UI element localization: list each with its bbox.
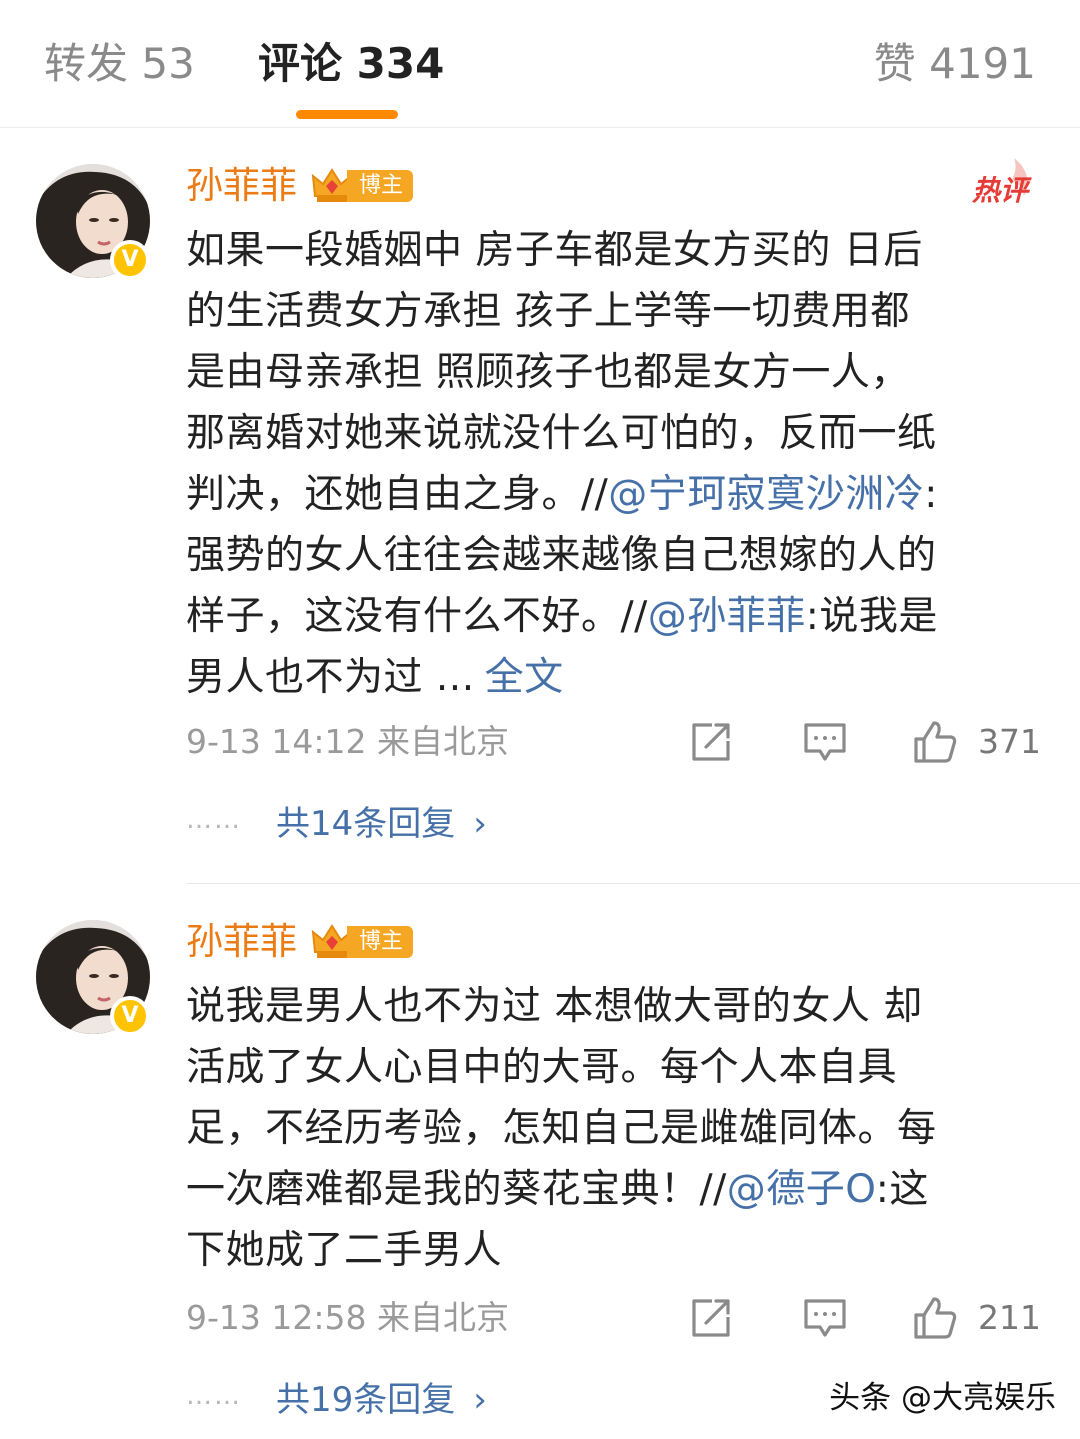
comment-line: 那离婚对她来说就没什么可怕的，反而一纸 [186,411,937,456]
timestamp-location: 9-13 14:12 来自北京 [186,722,509,762]
verified-badge-icon: V [110,996,150,1036]
comment-line: 强势的女人往往会越来越像自己想嫁的人的 [186,533,937,578]
comment-text-segment: :说我是 [805,594,938,639]
replies-row: …… 共14条回复 › [186,792,487,848]
comment-line: 足，不经历考验，怎知自己是雌雄同体。每 [186,1106,937,1151]
username[interactable]: 孙菲菲 [186,162,297,210]
dots-separator: …… [186,1381,242,1411]
comment-text-segment: 男人也不为过 ... [186,655,475,700]
mention-link[interactable]: @德子O [727,1167,876,1212]
hot-comment-tag: 热评 [964,156,1036,216]
share-button[interactable] [688,718,734,766]
mention-link[interactable]: @宁珂寂寞沙洲冷 [608,472,924,517]
comment-line: 的生活费女方承担 孩子上学等一切费用都 [186,289,910,334]
comment-line: 判决，还她自由之身。//@宁珂寂寞沙洲冷: [186,464,1048,525]
reply-button[interactable] [802,1294,848,1342]
full-text-link[interactable]: 全文 [485,655,564,700]
comment-line: 男人也不为过 ... 全文 [186,647,1048,708]
username[interactable]: 孙菲菲 [186,918,297,966]
comment-text-segment: : [924,472,938,517]
badge-label: 博主 [347,170,414,202]
view-replies-link[interactable]: 共19条回复 › [276,1372,487,1421]
comment-text: 说我是男人也不为过 本想做大哥的女人 却 活成了女人心目中的大哥。每个人本自具 … [186,976,1048,1281]
chevron-right-icon: › [473,1379,487,1420]
blogger-badge: 博主 [311,922,414,962]
view-replies-link[interactable]: 共14条回复 › [276,796,487,845]
comment-line: 一次磨难都是我的葵花宝典！//@德子O:这 [186,1159,1048,1220]
reply-button[interactable] [802,718,848,766]
like-button[interactable]: 211 [912,1294,1041,1342]
thumbs-up-icon [914,721,957,763]
like-count: 371 [978,722,1041,761]
location: 来自北京 [377,722,509,761]
chevron-right-icon: › [473,803,487,844]
comment-line: 如果一段婚姻中 房子车都是女方买的 日后 [186,228,923,273]
thumbs-up-icon [914,1297,957,1339]
comment-icon [804,1299,846,1337]
tab-reposts[interactable]: 转发 53 [44,36,195,92]
replies-count: 共19条回复 [276,1379,456,1420]
comment-meta: 9-13 14:12 来自北京 371 [186,712,1048,772]
share-icon [692,723,730,761]
comment-divider [186,883,1080,884]
watermark: 头条 @大亮娱乐 [829,1380,1056,1416]
replies-count: 共14条回复 [276,803,456,844]
location: 来自北京 [377,1298,509,1337]
verified-badge-icon: V [110,240,150,280]
timestamp: 9-13 12:58 [186,1298,367,1337]
comment-meta: 9-13 12:58 来自北京 211 [186,1288,1048,1348]
comment-line: 样子，这没有什么不好。//@孙菲菲:说我是 [186,586,1048,647]
comment-line: 是由母亲承担 照顾孩子也都是女方一人， [186,350,910,395]
mention-link[interactable]: @孙菲菲 [648,594,806,639]
tab-comments[interactable]: 评论 334 [258,36,444,92]
comment-line: 活成了女人心目中的大哥。每个人本自具 [186,1045,898,1090]
comment-line: 说我是男人也不为过 本想做大哥的女人 却 [186,984,923,1029]
blogger-badge: 博主 [311,166,414,206]
tab-likes[interactable]: 赞 4191 [874,36,1036,92]
timestamp: 9-13 14:12 [186,722,367,761]
comment-text-segment: :这 [875,1167,929,1212]
comment-icon [804,723,846,761]
comment-header: 孙菲菲 博主 [186,916,414,968]
hot-label: 热评 [971,174,1028,207]
share-button[interactable] [688,1294,734,1342]
active-tab-indicator [296,110,398,119]
comment-line: 下她成了二手男人 [186,1228,503,1273]
comment-text-segment: 样子，这没有什么不好。// [186,594,648,639]
like-button[interactable]: 371 [912,718,1041,766]
comment-tabs: 转发 53 评论 334 赞 4191 [0,0,1080,128]
comment-text-segment: 一次磨难都是我的葵花宝典！// [186,1167,727,1212]
comment-text: 如果一段婚姻中 房子车都是女方买的 日后 的生活费女方承担 孩子上学等一切费用都… [186,220,1048,708]
share-icon [692,1299,730,1337]
replies-row: …… 共19条回复 › [186,1368,487,1424]
comment-header: 孙菲菲 博主 [186,160,414,212]
timestamp-location: 9-13 12:58 来自北京 [186,1298,509,1338]
dots-separator: …… [186,805,242,835]
badge-label: 博主 [347,926,414,958]
comment-text-segment: 判决，还她自由之身。// [186,472,609,517]
like-count: 211 [978,1298,1041,1337]
